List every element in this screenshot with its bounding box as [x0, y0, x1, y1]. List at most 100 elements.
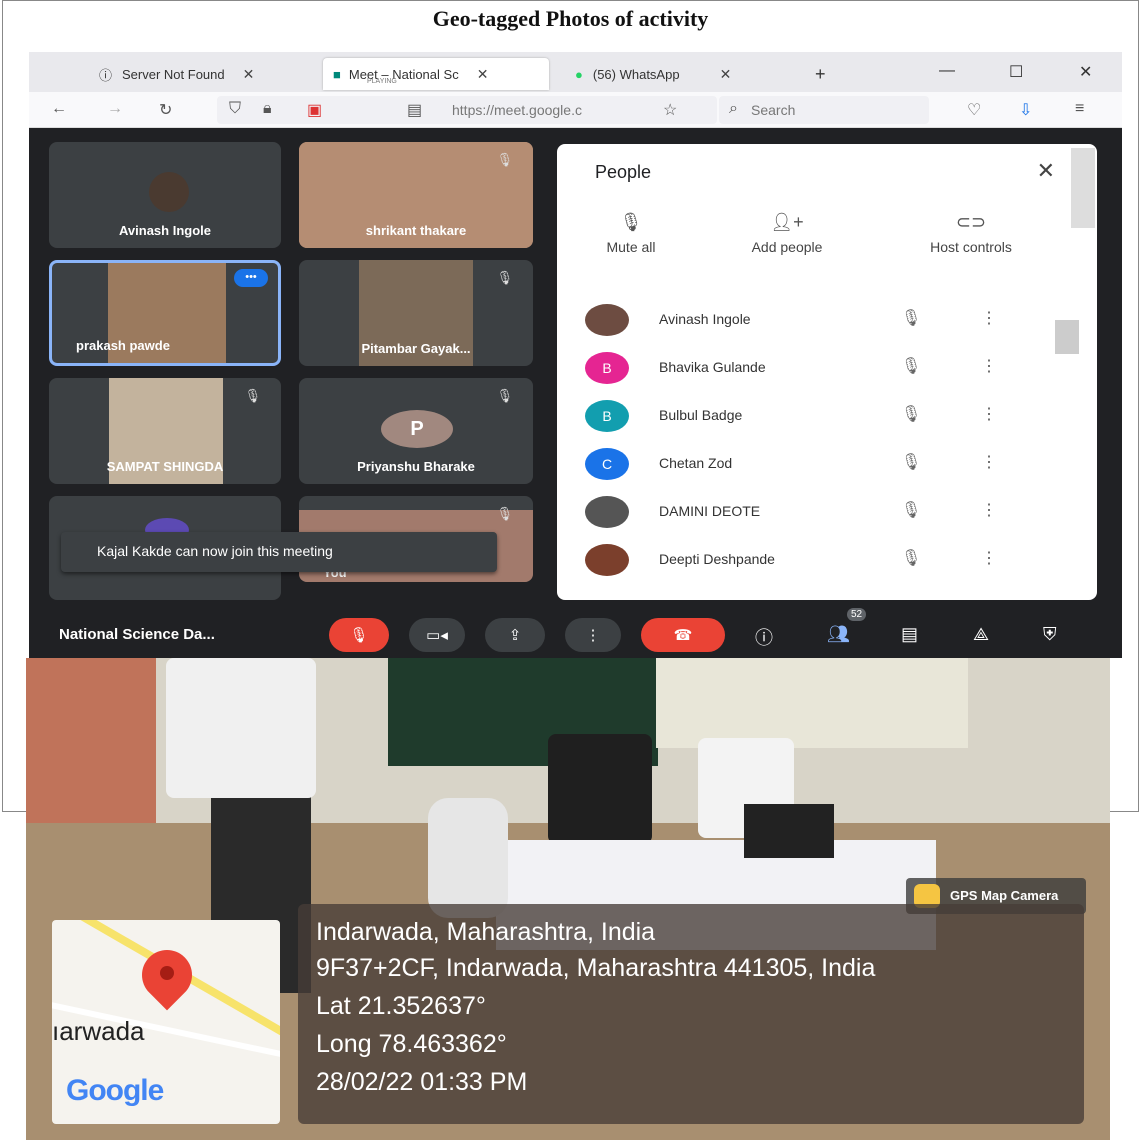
pocket-icon[interactable]: ♡	[967, 100, 981, 120]
more-vert-icon[interactable]: ⋮	[981, 356, 997, 376]
participant-name: Avinash Ingole	[119, 223, 211, 238]
photo-laptop	[744, 804, 834, 858]
call-end-icon: ☎	[673, 627, 693, 644]
participant-tile[interactable]: 🎙︎ Pitambar Gayak...	[299, 260, 533, 366]
host-controls-icon[interactable]: ⛨	[1043, 624, 1057, 645]
mic-off-icon: 🎙︎	[901, 310, 922, 327]
panel-scrollbar[interactable]	[1071, 148, 1095, 228]
tab-meet[interactable]: ■ Meet – National Sc ✕ PLAYING	[323, 58, 549, 90]
participant-tile[interactable]: 🎙︎ SAMPAT SHINGDA	[49, 378, 281, 484]
info-icon[interactable]: ⓘ	[755, 624, 773, 650]
participant-tile[interactable]: 🎙︎ shrikant thakare	[299, 142, 533, 248]
participant-row[interactable]: Deepti Deshpande 🎙︎ ⋮	[585, 544, 1025, 584]
close-window-icon[interactable]: ✕	[1079, 62, 1092, 82]
close-tab-icon[interactable]: ✕	[477, 66, 489, 83]
maximize-icon[interactable]: ☐	[1009, 62, 1023, 82]
tab-label: (56) WhatsApp	[592, 66, 680, 82]
participant-row[interactable]: B Bhavika Gulande 🎙︎ ⋮	[585, 352, 1025, 392]
participant-tile[interactable]: P 🎙︎ Priyanshu Bharake	[299, 378, 533, 484]
search-input[interactable]: ⌕ Search	[719, 96, 929, 124]
close-tab-icon[interactable]: ✕	[243, 66, 255, 83]
participant-name: Chetan Zod	[659, 455, 733, 471]
people-panel: People ✕ 🎙︎ Mute all 👤︎+ Add people ⊂⊃ H…	[557, 144, 1097, 600]
menu-icon[interactable]: ≡	[1075, 100, 1084, 118]
participant-name: Bhavika Gulande	[659, 359, 766, 375]
tab-label: Server Not Found	[122, 66, 225, 82]
mic-off-icon: 🎙︎	[901, 406, 922, 423]
lock-icon: 🔒︎	[263, 100, 272, 117]
avatar-initial: B	[585, 352, 629, 384]
forward-icon[interactable]: →	[107, 100, 123, 118]
mic-off-icon: 🎙︎	[901, 454, 922, 471]
bookmark-star-icon[interactable]: ☆	[663, 100, 677, 120]
url-text: https://meet.google.c	[452, 102, 582, 118]
camera-permission-icon[interactable]: ▣	[307, 100, 322, 120]
avatar-initial: C	[585, 448, 629, 480]
participant-row[interactable]: Avinash Ingole 🎙︎ ⋮	[585, 304, 1025, 344]
more-options-button[interactable]: •••	[234, 269, 268, 287]
activity-photo: ıarwada Google GPS Map Camera Indarwada,…	[26, 658, 1110, 1140]
mic-toggle-button[interactable]: 🎙︎	[329, 618, 389, 652]
gps-info-overlay: Indarwada, Maharashtra, India 9F37+2CF, …	[298, 904, 1084, 1124]
participant-tile[interactable]: ••• prakash pawde	[49, 260, 281, 366]
host-controls-button[interactable]: ⊂⊃ Host controls	[901, 212, 1041, 255]
participant-name: SAMPAT SHINGDA	[106, 459, 224, 474]
camera-toggle-button[interactable]: ▭◂	[409, 618, 465, 652]
more-vert-icon[interactable]: ⋮	[981, 548, 997, 568]
activities-icon[interactable]: ⟁	[973, 624, 989, 645]
reload-icon[interactable]: ↻	[159, 100, 172, 120]
mic-off-icon: 🎙︎	[244, 388, 261, 403]
photo-chair	[428, 798, 508, 918]
meet-icon: ■	[333, 66, 341, 82]
participant-name: Deepti Deshpande	[659, 551, 775, 567]
more-vert-icon[interactable]: ⋮	[981, 452, 997, 472]
close-icon[interactable]: ✕	[1037, 158, 1055, 184]
gps-camera-text: GPS Map Camera	[950, 888, 1059, 903]
notification-toast: Kajal Kakde can now join this meeting	[61, 532, 497, 572]
participant-count-badge: 52	[847, 608, 867, 621]
leave-call-button[interactable]: ☎	[641, 618, 725, 652]
browser-window: ⓘ Server Not Found ✕ ■ Meet – National S…	[29, 52, 1122, 658]
tab-whatsapp[interactable]: ● (56) WhatsApp ✕	[575, 58, 731, 90]
photo-person-seated	[548, 734, 652, 844]
photo-speaker	[166, 658, 316, 798]
more-options-button[interactable]: ⋮	[565, 618, 621, 652]
people-title: People	[595, 162, 652, 182]
close-tab-icon[interactable]: ✕	[720, 66, 732, 83]
participant-tile[interactable]: Avinash Ingole	[49, 142, 281, 248]
more-vert-icon[interactable]: ⋮	[981, 500, 997, 520]
minimize-icon[interactable]: —	[939, 62, 955, 80]
participant-row[interactable]: DAMINI DEOTE 🎙︎ ⋮	[585, 496, 1025, 536]
download-icon[interactable]: ⇩	[1019, 100, 1032, 120]
google-logo: Google	[66, 1074, 164, 1107]
present-screen-icon: ⇪	[508, 627, 522, 644]
participant-name: Pitambar Gayak...	[361, 341, 471, 356]
add-people-button[interactable]: 👤︎+ Add people	[727, 212, 847, 255]
add-person-icon: 👤︎+	[770, 212, 804, 232]
navigation-bar: ← → ↻ ⛉ 🔒︎ ▣ ▤ https://meet.google.c ☆ ⌕…	[29, 92, 1122, 128]
new-tab-button[interactable]: +	[815, 58, 826, 90]
more-vert-icon[interactable]: ⋮	[981, 404, 997, 424]
more-vert-icon[interactable]: ⋮	[981, 308, 997, 328]
url-bar[interactable]: ⛉ 🔒︎ ▣ ▤ https://meet.google.c ☆	[217, 96, 717, 124]
mic-off-icon: 🎙︎	[349, 627, 369, 644]
tab-label: Meet – National Sc	[348, 66, 459, 82]
mic-off-icon: 🎙︎	[496, 152, 513, 167]
participant-row[interactable]: C Chetan Zod 🎙︎ ⋮	[585, 448, 1025, 488]
reader-icon[interactable]: ▤	[407, 100, 422, 120]
back-icon[interactable]: ←	[51, 100, 67, 118]
tab-server-not-found[interactable]: ⓘ Server Not Found ✕	[99, 58, 254, 90]
scrollbar[interactable]	[1055, 276, 1081, 590]
chat-icon[interactable]: ▤	[901, 624, 918, 645]
scrollbar-thumb[interactable]	[1055, 320, 1079, 354]
present-button[interactable]: ⇪	[485, 618, 545, 652]
participant-row[interactable]: B Bulbul Badge 🎙︎ ⋮	[585, 400, 1025, 440]
people-icon[interactable]: 👥︎	[827, 624, 850, 645]
mic-off-icon: 🎙︎	[496, 388, 513, 403]
search-placeholder: Search	[751, 102, 796, 118]
tab-playing-label: PLAYING	[367, 78, 397, 85]
shield-icon: ⛉	[229, 100, 242, 117]
mute-all-button[interactable]: 🎙︎ Mute all	[591, 212, 671, 255]
action-label: Add people	[751, 239, 823, 255]
map-place-label: ıarwada	[52, 1016, 145, 1046]
